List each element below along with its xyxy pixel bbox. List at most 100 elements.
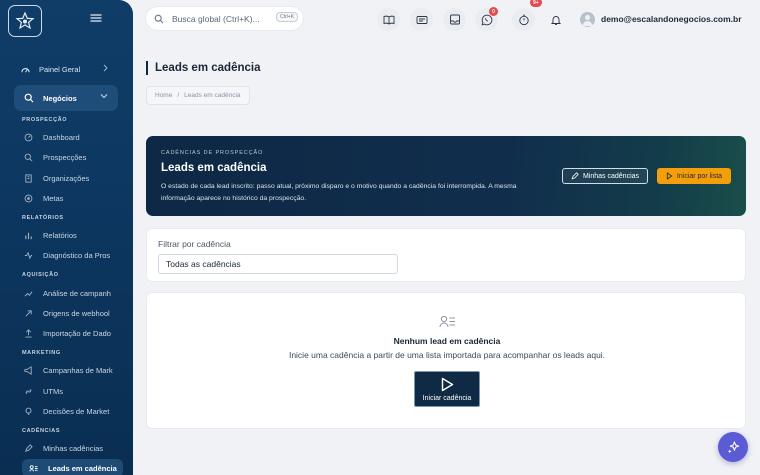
sidebar-section-title: RELATÓRIOS [22,215,64,221]
timer-icon [518,14,529,25]
hamburger-icon [90,14,102,22]
sidebar-item-analise-campanhas[interactable]: Análise de campanh [22,284,122,302]
sidebar-item-organizacoes[interactable]: Organizações [22,169,122,187]
search-icon [154,14,164,23]
sidebar-item-minhas-cadencias[interactable]: Minhas cadências [22,439,122,457]
sidebar-item-label: Organizações [43,173,90,183]
link-icon [25,388,31,394]
sidebar-item-label: Origens de webhool [43,308,110,318]
start-cadence-label: Iniciar cadência [422,394,472,402]
whatsapp-count-badge: 0 [489,7,498,16]
sidebar-item-prospeccoes[interactable]: Prospecções [22,148,122,166]
sidebar-item-label: Metas [43,193,64,203]
notifications-button[interactable] [544,8,567,31]
sidebar-item-label: Análise de campanh [43,288,111,298]
empty-state-title: Nenhum lead em cadência [393,336,501,346]
docs-button[interactable] [377,8,400,31]
breadcrumb-current: Leads em cadência [184,92,241,99]
hero-banner: CADÊNCIAS DE PROSPECÇÃO Leads em cadênci… [146,136,746,216]
timer-button[interactable]: 9+ [512,0,542,31]
empty-state-subtitle: Inicie uma cadência a partir de uma list… [288,350,606,360]
sidebar-item-label: Importação de Dado [43,328,111,338]
sidebar-group-negocios[interactable]: Negócios [14,85,118,111]
sidebar-item-metas[interactable]: Metas [22,189,122,207]
billing-button[interactable] [410,8,433,31]
inbox-button[interactable] [443,8,466,31]
start-cadence-button[interactable]: Iniciar cadência [414,371,480,407]
sidebar-item-label: Campanhas de Mark [43,365,113,375]
assistant-fab-button[interactable] [718,432,748,462]
hero-kicker: CADÊNCIAS DE PROSPECÇÃO [161,150,264,156]
search-placeholder: Busca global (Ctrl+K)... [172,13,260,24]
search-icon [24,153,32,161]
sidebar-item-label: Leads em cadência [48,463,117,473]
building-icon [24,173,32,183]
empty-state-card: Nenhum lead em cadência Inicie uma cadên… [146,292,746,429]
sidebar-item-label: UTMs [43,386,63,396]
cadence-filter-value: Todas as cadências [166,259,241,269]
gauge-icon [24,133,32,141]
pencil-icon [24,443,33,452]
whatsapp-button[interactable]: 0 [475,7,498,31]
global-search-input[interactable]: Busca global (Ctrl+K)... Ctrl+K [146,7,303,30]
user-list-icon [28,464,38,471]
breadcrumb: Home / Leads em cadência [146,86,250,105]
sidebar-item-campanhas-marketing[interactable]: Campanhas de Mark [22,361,122,379]
user-email[interactable]: demo@escalandonegocios.com.br [601,14,742,24]
cadence-filter-select[interactable]: Todas as cadências [158,254,398,274]
card-icon [416,15,427,24]
sidebar-item-label: Relatórios [43,230,77,240]
user-list-icon [439,315,455,328]
trend-icon [24,290,32,297]
star-badge-icon [15,11,35,30]
start-by-list-label: Iniciar por lista [676,172,723,180]
hero-title: Leads em cadência [161,162,267,174]
hero-description: O estado de cada lead inscrito: passo at… [161,183,517,202]
search-icon [24,93,34,103]
sidebar-group-label: Negócios [43,93,77,103]
logo[interactable] [8,5,42,37]
sparkle-icon [727,440,739,453]
book-icon [383,15,394,25]
timer-count-badge: 9+ [530,0,542,7]
sidebar-item-importacao-dados[interactable]: Importação de Dado [22,324,122,342]
sidebar-item-utms[interactable]: UTMs [22,382,122,400]
sidebar-item-decisoes-marketing[interactable]: Decisões de Market [22,402,122,420]
sidebar-item-dashboard[interactable]: Dashboard [22,128,122,146]
sidebar-item-label: Minhas cadências [43,443,104,453]
inbox-icon [449,14,460,25]
sidebar-item-relatorios[interactable]: Relatórios [22,226,122,244]
chevron-right-icon [103,64,108,72]
sidebar-item-leads-em-cadencia[interactable]: Leads em cadência [22,459,123,475]
filter-label: Filtrar por cadência [158,239,231,249]
sidebar-item-painel-geral[interactable]: Painel Geral [14,58,120,80]
my-cadences-button[interactable]: Minhas cadências [562,168,648,184]
sidebar-item-label: Dashboard [43,132,80,142]
sidebar: Painel Geral Negócios PROSPECÇÃO Dashboa… [0,0,133,475]
webhook-icon [24,309,32,317]
filter-card: Filtrar por cadência Todas as cadências [146,228,746,282]
target-icon [24,194,32,202]
sidebar-item-origens-webhook[interactable]: Origens de webhool [22,304,122,322]
breadcrumb-separator: / [177,92,180,99]
user-avatar-icon [582,14,593,26]
dashboard-gauge-icon [21,67,30,73]
start-by-list-button[interactable]: Iniciar por lista [657,168,731,184]
megaphone-icon [23,365,32,375]
sidebar-section-title: CADÊNCIAS [22,428,61,434]
sidebar-item-diagnostico[interactable]: Diagnóstico da Pros [22,246,122,264]
menu-toggle-button[interactable] [90,13,106,27]
bar-chart-icon [24,232,32,239]
pencil-icon [571,172,579,180]
chevron-down-icon [100,94,108,99]
upload-icon [24,328,32,338]
sidebar-section-title: AQUISIÇÃO [22,272,59,278]
avatar[interactable] [580,12,595,27]
play-icon [441,377,454,391]
sidebar-item-label: Prospecções [43,152,87,162]
play-icon [666,172,673,180]
sidebar-item-label: Decisões de Market [43,406,110,416]
sidebar-section-title: PROSPECÇÃO [22,117,68,123]
breadcrumb-home-link[interactable]: Home [155,92,172,99]
search-shortcut-badge: Ctrl+K [275,12,298,22]
